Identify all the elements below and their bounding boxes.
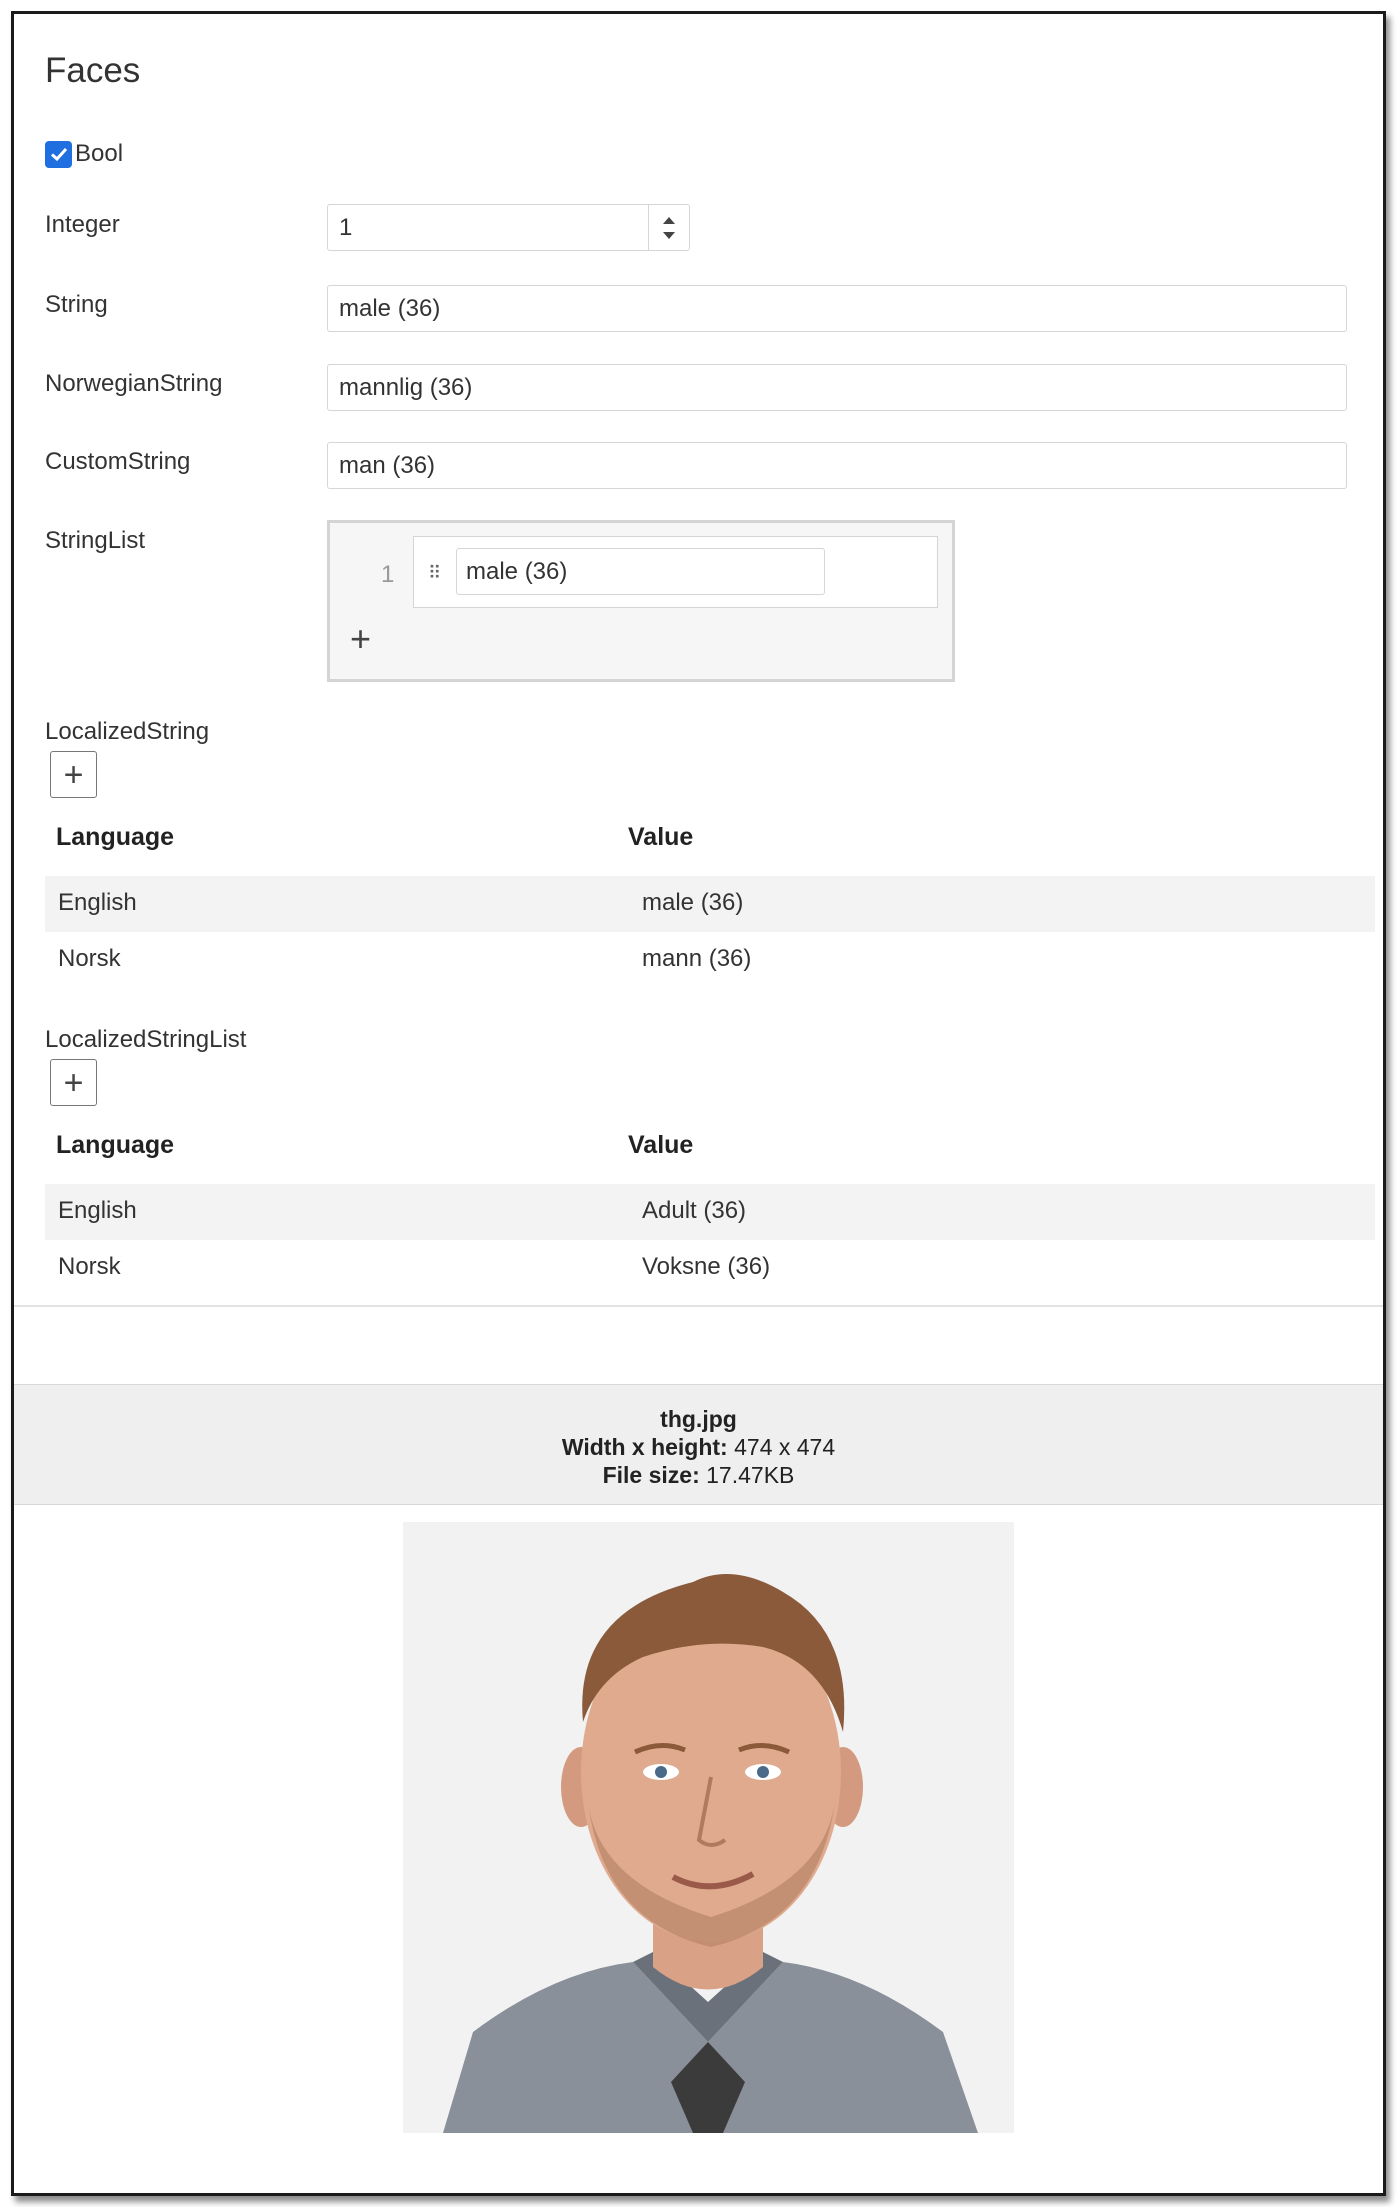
norwegian-string-input[interactable]: mannlig (36) xyxy=(327,364,1347,411)
stringlist-item-input[interactable]: male (36) xyxy=(456,548,825,595)
value-cell: Adult (36) xyxy=(642,1197,747,1224)
file-size-value: 17.47KB xyxy=(706,1462,795,1488)
integer-stepper[interactable] xyxy=(648,205,689,250)
language-cell: English xyxy=(58,1197,137,1224)
norwegian-string-label: NorwegianString xyxy=(45,370,223,397)
bool-checkbox[interactable] xyxy=(45,140,72,168)
column-header-value: Value xyxy=(628,823,694,851)
column-header-language: Language xyxy=(56,1131,175,1159)
language-cell: Norsk xyxy=(58,945,121,972)
column-header-value: Value xyxy=(628,1131,694,1159)
integer-value: 1 xyxy=(339,213,353,241)
add-localized-stringlist-button[interactable]: + xyxy=(50,1059,97,1106)
panel-title: Faces xyxy=(45,51,141,90)
dimensions-label: Width x height: xyxy=(561,1434,728,1460)
faces-panel: Faces Bool Integer 1 String male (36) No… xyxy=(11,11,1386,2196)
value-cell: male (36) xyxy=(642,889,744,916)
string-label: String xyxy=(45,291,108,318)
stringlist-item-value: male (36) xyxy=(466,557,568,585)
localized-string-label: LocalizedString xyxy=(45,718,210,745)
integer-label: Integer xyxy=(45,211,120,238)
decrement-icon[interactable] xyxy=(663,231,675,239)
stringlist-container: 1 ⠿ male (36) + xyxy=(327,520,955,682)
table-row[interactable]: Norsk mann (36) xyxy=(45,932,1375,988)
column-header-language: Language xyxy=(56,823,175,851)
image-filename: thg.jpg xyxy=(660,1406,737,1432)
value-cell: Voksne (36) xyxy=(642,1253,771,1280)
norwegian-string-value: mannlig (36) xyxy=(339,373,473,401)
list-item-index: 1 xyxy=(381,561,395,588)
integer-input[interactable]: 1 xyxy=(327,204,690,251)
custom-string-value: man (36) xyxy=(339,451,436,479)
custom-string-input[interactable]: man (36) xyxy=(327,442,1347,489)
value-cell: mann (36) xyxy=(642,945,752,972)
file-size-label: File size: xyxy=(602,1462,700,1488)
list-item: ⠿ male (36) xyxy=(413,536,938,608)
dimensions-value: 474 x 474 xyxy=(734,1434,836,1460)
bool-label: Bool xyxy=(75,140,124,167)
string-input[interactable]: male (36) xyxy=(327,285,1347,332)
image-info-bar: thg.jpg Width x height: 474 x 474 File s… xyxy=(14,1384,1383,1505)
check-icon xyxy=(50,147,67,162)
portrait-photo xyxy=(403,1522,1014,2133)
add-localized-string-button[interactable]: + xyxy=(50,751,97,798)
drag-handle-icon[interactable]: ⠿ xyxy=(428,563,441,584)
language-cell: Norsk xyxy=(58,1253,121,1280)
add-list-item-button[interactable]: + xyxy=(350,621,371,657)
table-row[interactable]: English Adult (36) xyxy=(45,1184,1375,1240)
bool-field[interactable]: Bool xyxy=(45,140,123,168)
language-cell: English xyxy=(58,889,137,916)
table-row[interactable]: Norsk Voksne (36) xyxy=(45,1240,1375,1296)
portrait-illustration xyxy=(403,1522,1014,2133)
table-row[interactable]: English male (36) xyxy=(45,876,1375,932)
increment-icon[interactable] xyxy=(663,216,675,224)
section-divider xyxy=(14,1305,1383,1307)
localized-stringlist-label: LocalizedStringList xyxy=(45,1026,247,1053)
string-value: male (36) xyxy=(339,294,441,322)
custom-string-label: CustomString xyxy=(45,448,191,475)
stringlist-label: StringList xyxy=(45,527,146,554)
